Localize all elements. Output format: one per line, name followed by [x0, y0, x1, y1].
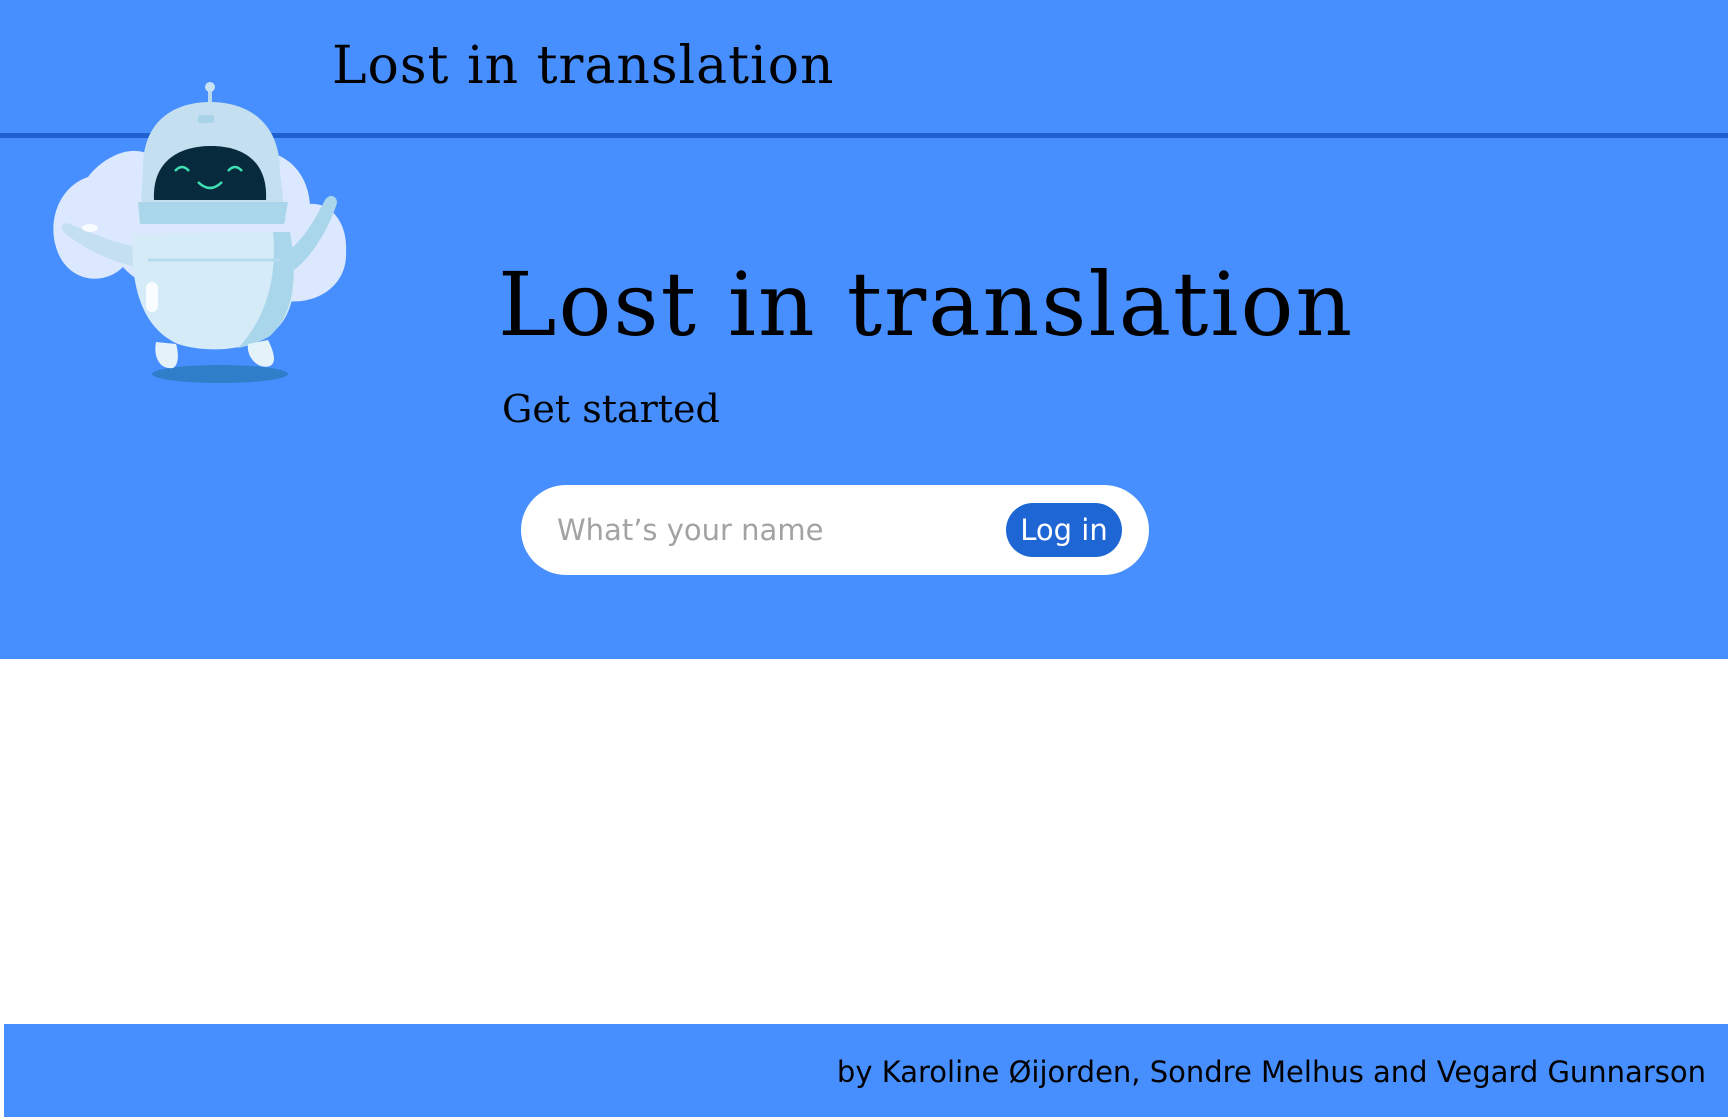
robot-icon	[53, 82, 347, 383]
footer-credits: by Karoline Øijorden, Sondre Melhus and …	[836, 1055, 1706, 1089]
navbar-title: Lost in translation	[332, 36, 835, 96]
login-button[interactable]: Log in	[1006, 503, 1122, 557]
name-input[interactable]	[557, 505, 987, 555]
login-form: Log in	[521, 485, 1149, 575]
page-title: Lost in translation	[498, 253, 1355, 356]
hero-section: Lost in translation Lost in translation …	[0, 0, 1728, 659]
footer: by Karoline Øijorden, Sondre Melhus and …	[4, 1024, 1728, 1117]
page-subtitle: Get started	[502, 387, 720, 431]
